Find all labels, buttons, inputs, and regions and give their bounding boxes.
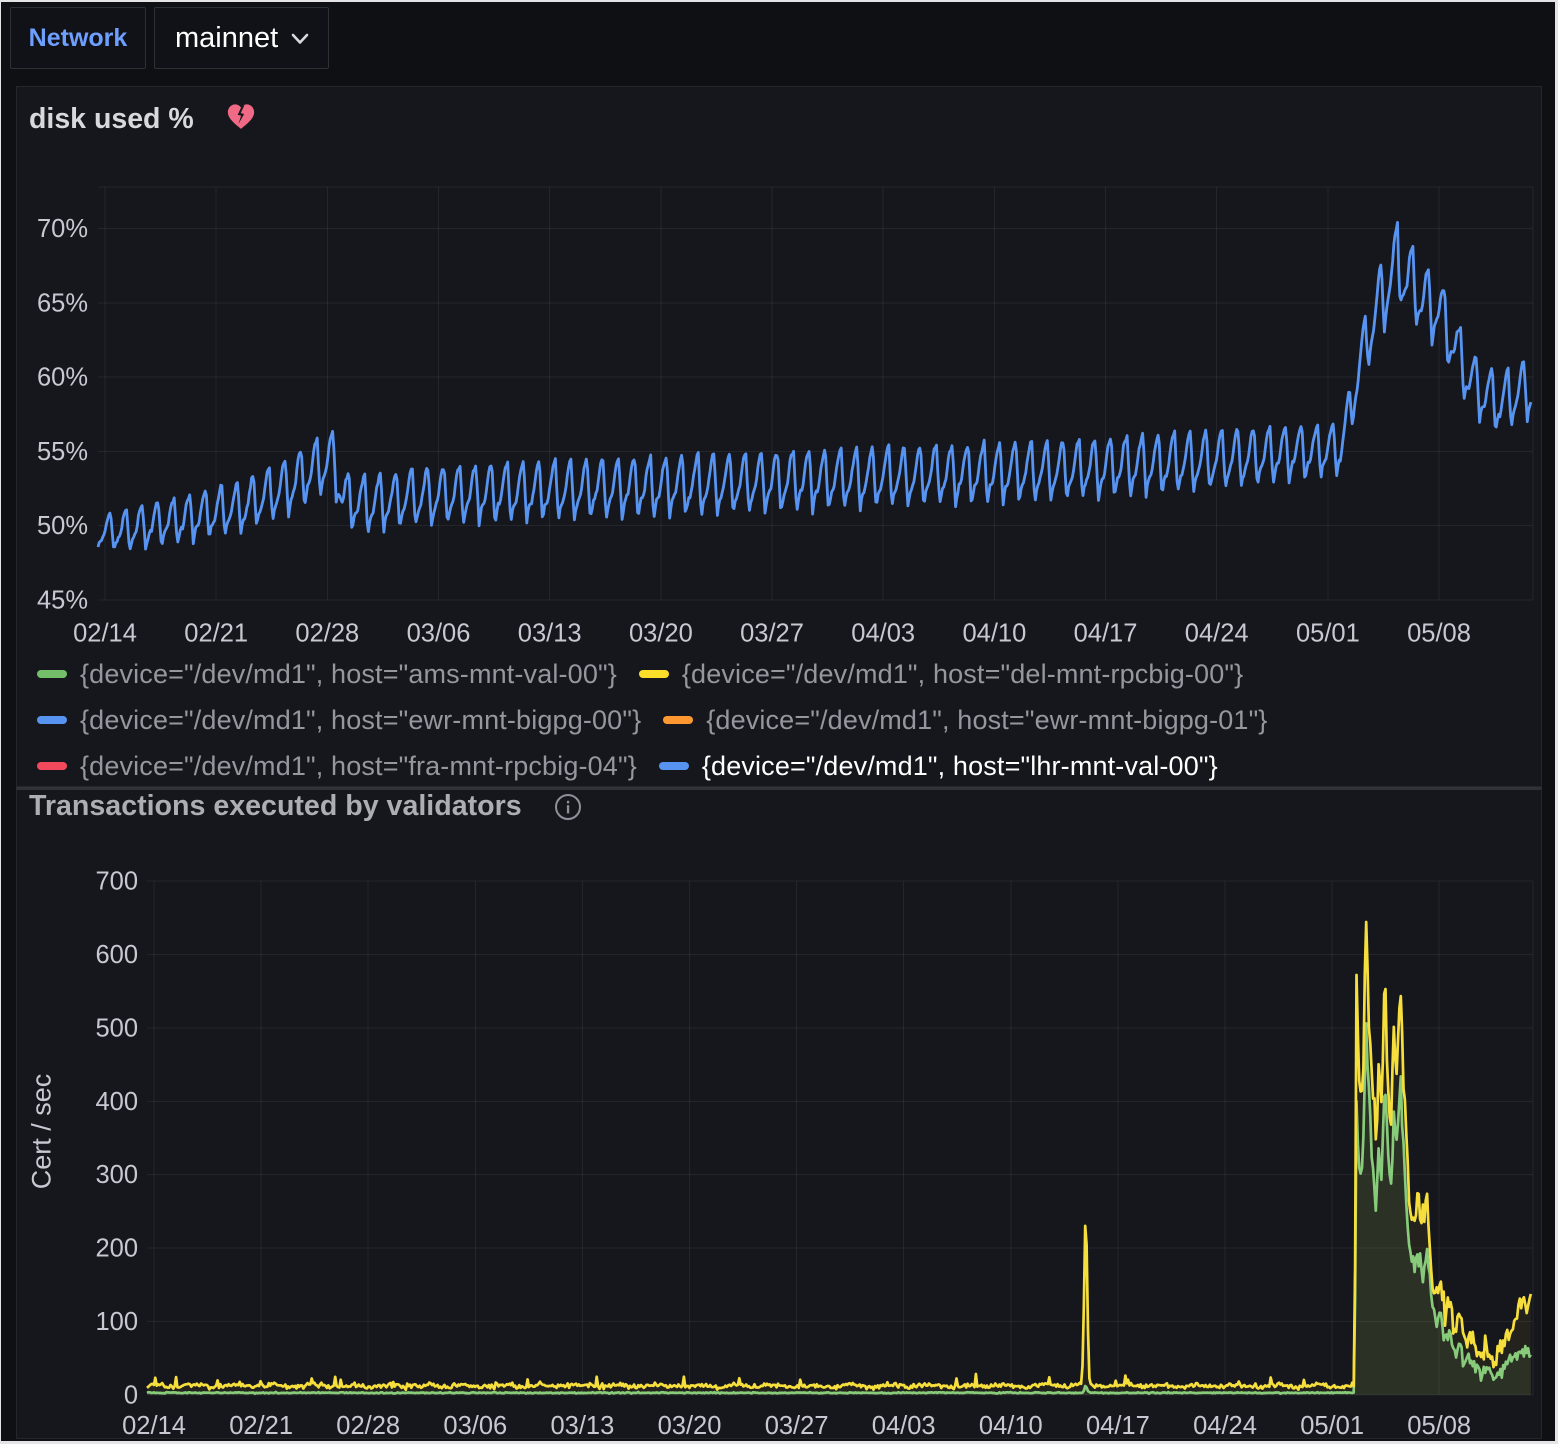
svg-text:60%: 60%: [37, 364, 88, 392]
svg-text:05/01: 05/01: [1300, 1412, 1364, 1440]
svg-text:50%: 50%: [37, 512, 88, 540]
svg-text:02/14: 02/14: [73, 620, 137, 648]
svg-text:05/01: 05/01: [1296, 620, 1360, 648]
svg-text:04/03: 04/03: [872, 1412, 936, 1440]
svg-text:03/20: 03/20: [629, 620, 693, 648]
svg-text:65%: 65%: [37, 289, 88, 317]
svg-text:55%: 55%: [37, 438, 88, 466]
svg-text:03/27: 03/27: [765, 1412, 829, 1440]
svg-text:03/13: 03/13: [550, 1412, 614, 1440]
svg-text:04/17: 04/17: [1074, 620, 1138, 648]
svg-text:03/20: 03/20: [658, 1412, 722, 1440]
svg-text:03/27: 03/27: [740, 620, 804, 648]
svg-text:45%: 45%: [37, 587, 88, 615]
svg-text:02/21: 02/21: [229, 1412, 293, 1440]
svg-text:02/28: 02/28: [336, 1412, 400, 1440]
svg-text:200: 200: [95, 1235, 138, 1263]
svg-text:03/13: 03/13: [518, 620, 582, 648]
svg-text:100: 100: [95, 1308, 138, 1336]
svg-text:04/24: 04/24: [1185, 620, 1249, 648]
svg-text:300: 300: [95, 1161, 138, 1189]
svg-text:Cert / sec: Cert / sec: [27, 1074, 57, 1190]
svg-text:04/24: 04/24: [1193, 1412, 1257, 1440]
svg-text:05/08: 05/08: [1407, 620, 1471, 648]
svg-text:02/28: 02/28: [295, 620, 359, 648]
svg-text:700: 700: [95, 868, 138, 896]
svg-text:02/14: 02/14: [122, 1412, 186, 1440]
svg-text:04/03: 04/03: [851, 620, 915, 648]
svg-text:70%: 70%: [37, 215, 88, 243]
svg-text:03/06: 03/06: [407, 620, 471, 648]
svg-text:05/08: 05/08: [1407, 1412, 1471, 1440]
svg-text:02/21: 02/21: [184, 620, 248, 648]
svg-text:400: 400: [95, 1088, 138, 1116]
svg-text:0: 0: [124, 1382, 138, 1410]
svg-text:600: 600: [95, 941, 138, 969]
svg-text:04/10: 04/10: [962, 620, 1026, 648]
svg-text:04/17: 04/17: [1086, 1412, 1150, 1440]
svg-text:04/10: 04/10: [979, 1412, 1043, 1440]
svg-text:500: 500: [95, 1014, 138, 1042]
svg-text:03/06: 03/06: [443, 1412, 507, 1440]
